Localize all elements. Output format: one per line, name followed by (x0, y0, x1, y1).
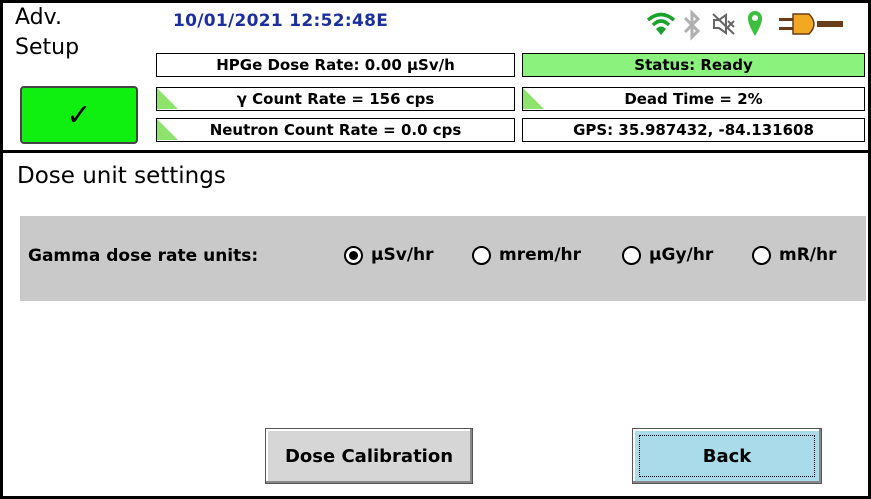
gps-readout: GPS: 35.987432, -84.131608 (522, 118, 865, 142)
location-pin-icon (748, 11, 762, 36)
checkmark-icon: ✓ (66, 97, 92, 133)
radio-indicator (472, 245, 491, 265)
dead-time-indicator-triangle (523, 88, 544, 109)
wifi-icon (646, 12, 676, 35)
radio-ugy-hr-label: µGy/hr (649, 245, 714, 265)
dead-time-readout: Dead Time = 2% (522, 87, 865, 111)
neutron-indicator-triangle (157, 119, 178, 140)
radio-mr-hr-label: mR/hr (779, 245, 837, 265)
gamma-indicator-triangle (157, 88, 178, 109)
dose-units-panel: Gamma dose rate units: µSv/hr mrem/hr µG… (20, 216, 866, 301)
radio-usv-hr[interactable]: µSv/hr (344, 245, 434, 265)
gamma-dose-units-label: Gamma dose rate units: (28, 246, 259, 266)
dead-time-text: Dead Time = 2% (624, 90, 763, 108)
datetime-display: 10/01/2021 12:52:48E (173, 11, 389, 31)
hpge-dose-rate-readout: HPGe Dose Rate: 0.00 µSv/h (156, 53, 515, 77)
radio-mrem-hr-label: mrem/hr (499, 245, 582, 265)
ok-button[interactable]: ✓ (20, 86, 138, 144)
radio-usv-hr-label: µSv/hr (371, 245, 434, 265)
gps-text: GPS: 35.987432, -84.131608 (573, 121, 814, 139)
radio-indicator (622, 245, 641, 265)
neutron-count-rate-text: Neutron Count Rate = 0.0 cps (209, 121, 462, 139)
radio-mrem-hr[interactable]: mrem/hr (472, 245, 581, 265)
gamma-count-rate-readout: γ Count Rate = 156 cps (156, 87, 515, 111)
page-title-line2: Setup (15, 35, 80, 60)
bluetooth-icon (683, 9, 701, 41)
header-divider (3, 150, 868, 153)
power-plug-icon (779, 13, 843, 35)
dose-calibration-label: Dose Calibration (284, 445, 454, 467)
radio-ugy-hr[interactable]: µGy/hr (622, 245, 713, 265)
hpge-dose-rate-text: HPGe Dose Rate: 0.00 µSv/h (216, 56, 455, 74)
back-button[interactable]: Back (632, 428, 822, 484)
section-title: Dose unit settings (17, 163, 226, 189)
gamma-count-rate-text: γ Count Rate = 156 cps (236, 90, 435, 108)
speaker-muted-icon (712, 13, 735, 35)
page-title-line1: Adv. (15, 5, 62, 30)
screen: Adv. Setup 10/01/2021 12:52:48E HPGe Dos… (3, 3, 868, 496)
focus-outline (639, 435, 815, 477)
radio-mr-hr[interactable]: mR/hr (752, 245, 837, 265)
status-text: Status: Ready (634, 56, 753, 74)
radio-indicator (752, 245, 771, 265)
neutron-count-rate-readout: Neutron Count Rate = 0.0 cps (156, 118, 515, 142)
radio-selected-indicator (344, 245, 363, 265)
dose-calibration-button[interactable]: Dose Calibration (265, 428, 473, 484)
status-readout: Status: Ready (522, 53, 865, 77)
